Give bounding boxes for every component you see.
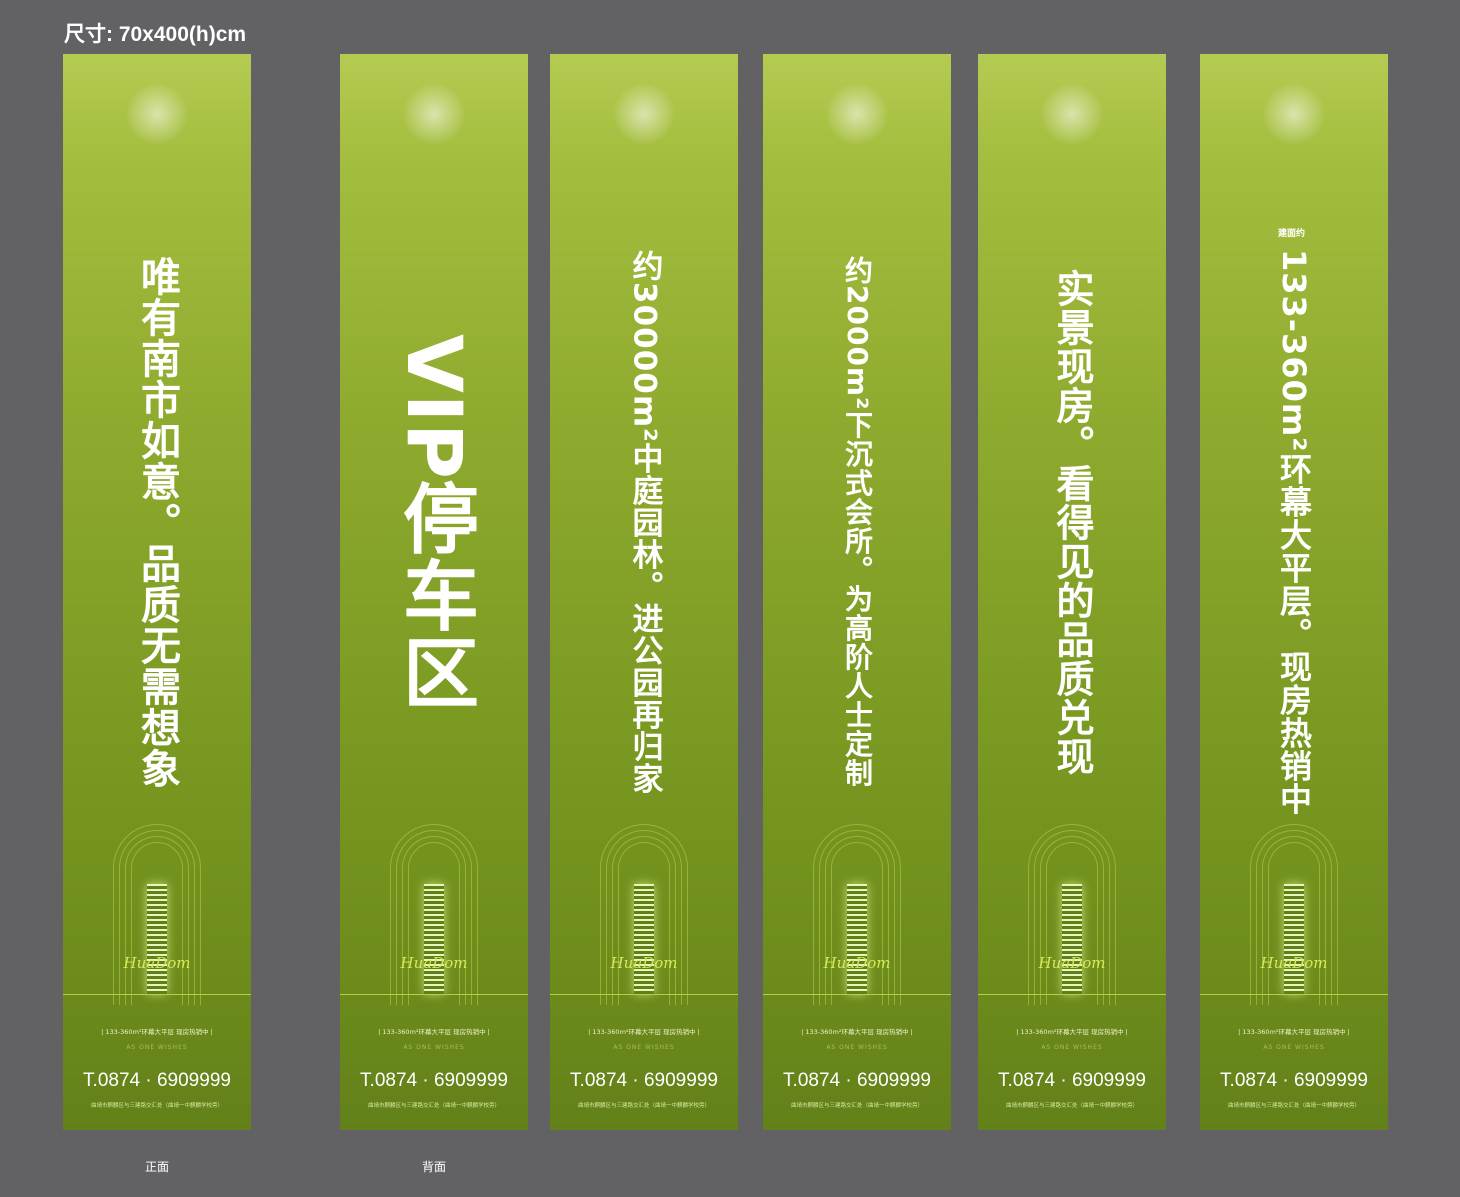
arch-building-illustration xyxy=(1028,824,1116,1005)
address-text: 曲靖市麒麟区与三建路交汇处（曲靖一中麒麟学校旁） xyxy=(577,1103,710,1109)
banner-2: VIP停车区 HuaDom | 133-360m²环幕大平层 现房热销中 | A… xyxy=(340,54,528,1130)
size-label: 尺寸: 70x400(h)cm xyxy=(64,23,247,46)
divider-line xyxy=(340,994,528,995)
arch-building-illustration xyxy=(813,824,901,1005)
banner-headline: 实景现房。看得见的品质兑现 xyxy=(1050,268,1094,776)
tower-icon xyxy=(847,884,867,994)
address-text: 曲靖市麒麟区与三建路交汇处（曲靖一中麒麟学校旁） xyxy=(367,1103,500,1109)
phone-number: T.0874 · 6909999 xyxy=(783,1070,931,1091)
address-text: 曲靖市麒麟区与三建路交汇处（曲靖一中麒麟学校旁） xyxy=(1005,1103,1138,1109)
banner-headline: 133-360m²环幕大平层。现房热销中 xyxy=(1275,248,1313,816)
divider-line xyxy=(550,994,738,995)
tower-icon xyxy=(1284,884,1304,994)
wishes-text: AS ONE WISHES xyxy=(1041,1044,1103,1051)
tagline: | 133-360m²环幕大平层 现房热销中 | xyxy=(588,1028,700,1036)
phone-number: T.0874 · 6909999 xyxy=(360,1070,508,1091)
glow-decoration xyxy=(1264,84,1324,144)
brand-signature: HuaDom xyxy=(1038,954,1106,972)
banner-5: 实景现房。看得见的品质兑现 HuaDom | 133-360m²环幕大平层 现房… xyxy=(978,54,1166,1130)
tower-icon xyxy=(147,884,167,994)
brand-signature: HuaDom xyxy=(1260,954,1328,972)
banner-prefix: 建面约 xyxy=(1278,229,1306,239)
banner-headline: 约30000m²中庭园林。进公园再归家 xyxy=(626,249,663,795)
banner-headline: 唯有南市如意。品质无需想象 xyxy=(134,255,180,789)
arch-building-illustration xyxy=(390,824,478,1005)
banner-3: 约30000m²中庭园林。进公园再归家 HuaDom | 133-360m²环幕… xyxy=(550,54,738,1130)
phone-number: T.0874 · 6909999 xyxy=(998,1070,1146,1091)
address-text: 曲靖市麒麟区与三建路交汇处（曲靖一中麒麟学校旁） xyxy=(790,1103,923,1109)
glow-decoration xyxy=(1042,84,1102,144)
divider-line xyxy=(978,994,1166,995)
wishes-text: AS ONE WISHES xyxy=(1263,1044,1325,1051)
phone-number: T.0874 · 6909999 xyxy=(83,1070,231,1091)
phone-number: T.0874 · 6909999 xyxy=(570,1070,718,1091)
front-label: 正面 xyxy=(145,1160,170,1174)
banner-headline: 约2000m²下沉式会所。为高阶人士定制 xyxy=(841,256,874,788)
brand-signature: HuaDom xyxy=(823,954,891,972)
address-text: 曲靖市麒麟区与三建路交汇处（曲靖一中麒麟学校旁） xyxy=(90,1103,223,1109)
tagline: | 133-360m²环幕大平层 现房热销中 | xyxy=(378,1028,490,1036)
tower-icon xyxy=(1062,884,1082,994)
tagline: | 133-360m²环幕大平层 现房热销中 | xyxy=(1238,1028,1350,1036)
glow-decoration xyxy=(404,84,464,144)
wishes-text: AS ONE WISHES xyxy=(126,1044,188,1051)
address-text: 曲靖市麒麟区与三建路交汇处（曲靖一中麒麟学校旁） xyxy=(1227,1103,1360,1109)
brand-signature: HuaDom xyxy=(123,954,191,972)
tagline: | 133-360m²环幕大平层 现房热销中 | xyxy=(1016,1028,1128,1036)
glow-decoration xyxy=(614,84,674,144)
banner-6: 133-360m²环幕大平层。现房热销中 建面约 HuaDom | 133-36… xyxy=(1200,54,1388,1130)
wishes-text: AS ONE WISHES xyxy=(826,1044,888,1051)
arch-building-illustration xyxy=(1250,824,1338,1005)
tagline: | 133-360m²环幕大平层 现房热销中 | xyxy=(801,1028,913,1036)
brand-signature: HuaDom xyxy=(610,954,678,972)
wishes-text: AS ONE WISHES xyxy=(613,1044,675,1051)
glow-decoration xyxy=(127,84,187,144)
banner-1: 唯有南市如意。品质无需想象 HuaDom | 133-360m²环幕大平层 现房… xyxy=(63,54,251,1130)
phone-number: T.0874 · 6909999 xyxy=(1220,1070,1368,1091)
divider-line xyxy=(63,994,251,995)
glow-decoration xyxy=(827,84,887,144)
divider-line xyxy=(1200,994,1388,995)
tower-icon xyxy=(634,884,654,994)
banner-headline: VIP停车区 xyxy=(390,333,479,711)
tagline: | 133-360m²环幕大平层 现房热销中 | xyxy=(101,1028,213,1036)
brand-signature: HuaDom xyxy=(400,954,468,972)
tower-icon xyxy=(424,884,444,994)
back-label: 背面 xyxy=(422,1160,447,1174)
wishes-text: AS ONE WISHES xyxy=(403,1044,465,1051)
banner-4: 约2000m²下沉式会所。为高阶人士定制 HuaDom | 133-360m²环… xyxy=(763,54,951,1130)
arch-building-illustration xyxy=(600,824,688,1005)
divider-line xyxy=(763,994,951,995)
arch-building-illustration xyxy=(113,824,201,1005)
